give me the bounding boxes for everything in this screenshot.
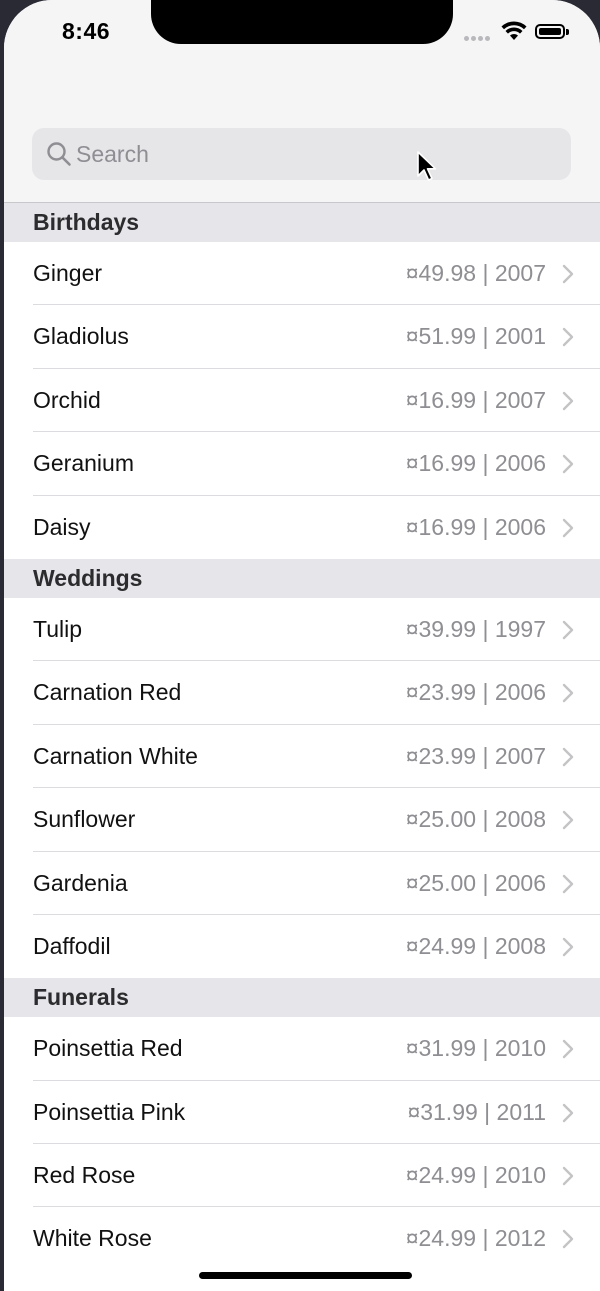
device-notch (151, 0, 453, 44)
item-price-year: ¤25.00 | 2006 (405, 869, 546, 896)
item-price-year: ¤51.99 | 2001 (405, 323, 546, 350)
list-item[interactable]: Orchid ¤16.99 | 2007 (4, 368, 600, 433)
item-price-year: ¤31.99 | 2010 (405, 1035, 546, 1062)
chevron-right-icon (562, 1103, 574, 1122)
item-name: Gladiolus (33, 323, 129, 350)
chevron-right-icon (562, 454, 574, 474)
list-item[interactable]: Carnation Red ¤23.99 | 2006 (4, 661, 600, 726)
item-price-year: ¤16.99 | 2006 (405, 450, 546, 477)
chevron-right-icon (562, 1040, 574, 1059)
list-item[interactable]: Poinsettia Pink ¤31.99 | 2011 (4, 1080, 600, 1145)
chevron-right-icon (562, 328, 574, 347)
item-price-year: ¤24.99 | 2012 (405, 1225, 546, 1252)
item-name: White Rose (33, 1225, 152, 1252)
item-name: Poinsettia Pink (33, 1098, 186, 1125)
chevron-right-icon (562, 391, 574, 410)
chevron-right-icon (562, 264, 574, 284)
item-name: Geranium (33, 450, 134, 477)
battery-icon (535, 24, 569, 39)
item-price-year: ¤24.99 | 2008 (405, 932, 546, 959)
item-price-year: ¤25.00 | 2008 (405, 806, 546, 833)
list-item[interactable]: Tulip ¤39.99 | 1997 (4, 597, 600, 662)
item-name: Carnation White (33, 742, 198, 769)
list-item[interactable]: Gardenia ¤25.00 | 2006 (4, 851, 600, 916)
section-header-weddings: Weddings (4, 558, 600, 598)
list-item[interactable]: Ginger ¤49.98 | 2007 (4, 242, 600, 306)
list-item[interactable]: Red Rose ¤24.99 | 2010 (4, 1144, 600, 1208)
list-item[interactable]: Carnation White ¤23.99 | 2007 (4, 724, 600, 789)
item-price-year: ¤49.98 | 2007 (405, 260, 546, 286)
item-price-year: ¤24.99 | 2010 (405, 1162, 546, 1189)
screen: 8:46 Birthdays Ginger ¤49.98 | 2007 Gladiol… (4, 0, 600, 1291)
chevron-right-icon (562, 620, 574, 640)
item-price-year: ¤16.99 | 2006 (405, 513, 546, 540)
section-header-birthdays: Birthdays (4, 203, 600, 242)
chevron-right-icon (562, 874, 574, 893)
item-name: Daffodil (33, 932, 111, 959)
item-price-year: ¤39.99 | 1997 (405, 615, 546, 642)
chevron-right-icon (562, 1230, 574, 1249)
item-price-year: ¤23.99 | 2006 (405, 679, 546, 706)
flower-list: Birthdays Ginger ¤49.98 | 2007 Gladiolus ¤51… (4, 203, 600, 1271)
item-name: Orchid (33, 386, 101, 413)
chevron-right-icon (562, 1166, 574, 1186)
list-item[interactable]: Sunflower ¤25.00 | 2008 (4, 788, 600, 852)
chevron-right-icon (562, 937, 574, 957)
search-bar[interactable] (32, 128, 571, 180)
item-name: Gardenia (33, 869, 128, 896)
signal-icon (464, 36, 490, 42)
item-name: Sunflower (33, 806, 136, 833)
chevron-right-icon (562, 747, 574, 766)
search-input[interactable] (76, 128, 556, 180)
status-time: 8:46 (62, 18, 111, 44)
list-item[interactable]: Poinsettia Red ¤31.99 | 2010 (4, 1017, 600, 1082)
item-price-year: ¤31.99 | 2011 (407, 1098, 546, 1125)
chevron-right-icon (562, 518, 574, 537)
section-header-funerals: Funerals (4, 978, 600, 1018)
item-name: Daisy (33, 513, 91, 540)
item-price-year: ¤16.99 | 2007 (405, 386, 546, 413)
section-title: Birthdays (33, 209, 140, 235)
item-name: Poinsettia Red (33, 1035, 183, 1062)
item-price-year: ¤23.99 | 2007 (405, 742, 546, 769)
chevron-right-icon (562, 810, 574, 830)
list-item[interactable]: Daisy ¤16.99 | 2006 (4, 495, 600, 559)
wifi-icon (501, 21, 527, 40)
item-name: Tulip (33, 615, 82, 642)
section-title: Funerals (33, 984, 129, 1011)
phone-frame: 8:46 Birthdays Ginger ¤49.98 | 2007 Gladiol… (0, 0, 600, 1291)
list-item[interactable]: Geranium ¤16.99 | 2006 (4, 432, 600, 496)
search-icon (47, 142, 71, 166)
list-item[interactable]: Gladiolus ¤51.99 | 2001 (4, 305, 600, 370)
navigation-header: 8:46 (4, 0, 600, 203)
item-name: Carnation Red (33, 679, 182, 706)
item-name: Red Rose (33, 1162, 136, 1189)
list-item[interactable]: White Rose ¤24.99 | 2012 (4, 1207, 600, 1271)
chevron-right-icon (562, 684, 574, 703)
home-indicator[interactable] (199, 1272, 412, 1279)
section-title: Weddings (33, 564, 143, 591)
list-item[interactable]: Daffodil ¤24.99 | 2008 (4, 914, 600, 979)
mouse-pointer-icon (417, 151, 437, 181)
item-name: Ginger (33, 260, 103, 286)
